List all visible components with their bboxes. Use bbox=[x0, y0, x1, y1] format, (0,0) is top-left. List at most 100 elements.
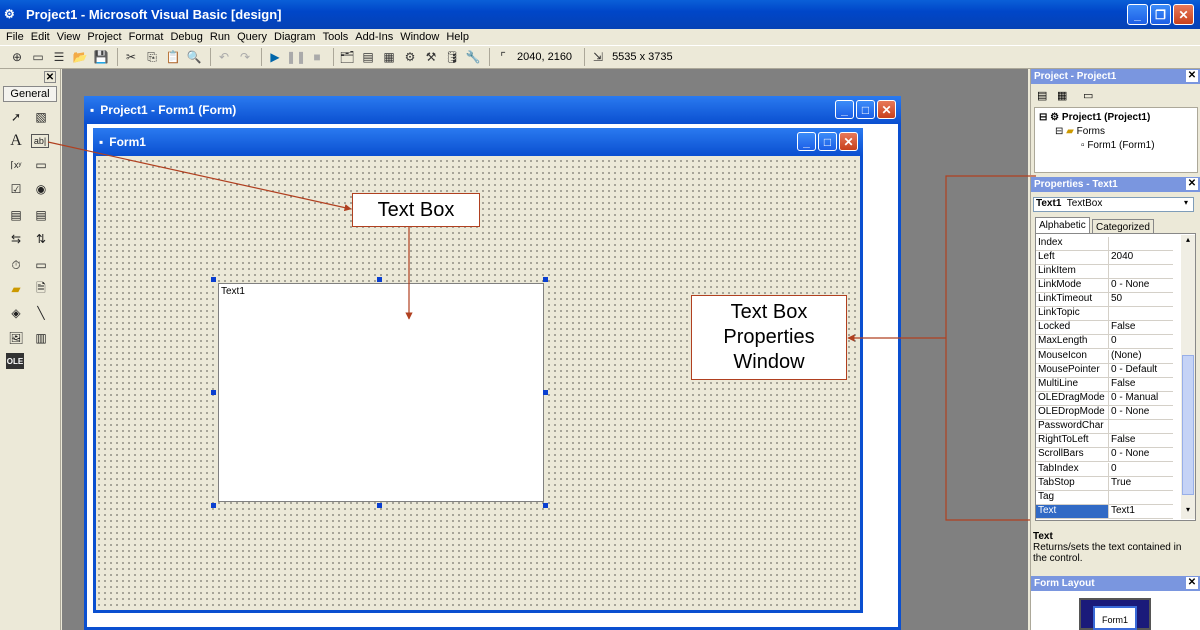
property-row[interactable]: PasswordChar bbox=[1036, 420, 1173, 435]
form-layout-panel: Form Layout ✕ Form1 bbox=[1030, 576, 1200, 630]
property-row[interactable]: OLEDragMode 0 - Manual bbox=[1036, 392, 1173, 407]
property-value: 50 bbox=[1111, 293, 1123, 304]
property-value: 0 - None bbox=[1111, 279, 1150, 290]
callout-text-box-label: Text Box bbox=[377, 198, 455, 221]
project-explorer-panel: Project - Project1 ✕ ▤ ▦ ▭ ⊟ ⚙ Project1 … bbox=[1030, 69, 1200, 175]
property-name: Text bbox=[1036, 505, 1109, 519]
property-value: False bbox=[1111, 321, 1136, 332]
property-row[interactable]: LinkMode 0 - None bbox=[1036, 279, 1173, 294]
property-row[interactable]: Left 2040 bbox=[1036, 251, 1173, 266]
tab-categorized[interactable]: Categorized bbox=[1092, 219, 1154, 233]
property-value: 0 bbox=[1111, 335, 1117, 346]
property-row[interactable]: ScrollBars 0 - None bbox=[1036, 448, 1173, 463]
property-description: Text Returns/sets the text contained in … bbox=[1033, 531, 1197, 564]
property-value: False bbox=[1111, 434, 1136, 445]
arrow-to-textbox-tool bbox=[47, 141, 352, 212]
object-name: Text1 bbox=[1036, 198, 1062, 209]
folder-icon: ▰ bbox=[1066, 126, 1074, 137]
property-name: Tag bbox=[1036, 491, 1109, 505]
property-name: OLEDropMode bbox=[1036, 406, 1109, 420]
property-row-selected[interactable]: Text Text1 bbox=[1036, 505, 1173, 520]
property-row[interactable]: LinkTimeout 50 bbox=[1036, 293, 1173, 308]
chevron-down-icon[interactable]: ▾ bbox=[1180, 198, 1192, 211]
properties-scrollbar[interactable]: ▴ ▾ bbox=[1181, 235, 1195, 519]
property-name: Locked bbox=[1036, 321, 1109, 335]
tree-folder-label: Forms bbox=[1076, 126, 1105, 137]
property-row[interactable]: TabIndex 0 bbox=[1036, 463, 1173, 478]
callout-line: Properties bbox=[723, 326, 815, 348]
property-row[interactable]: LinkTopic bbox=[1036, 307, 1173, 322]
callout-line: Text Box bbox=[730, 301, 808, 323]
property-row[interactable]: Index bbox=[1036, 237, 1173, 252]
property-name: ScrollBars bbox=[1036, 448, 1109, 462]
property-value bbox=[1109, 265, 1173, 278]
close-panel-icon[interactable]: ✕ bbox=[1186, 178, 1198, 190]
property-name: LinkItem bbox=[1036, 265, 1109, 279]
property-value: Text1 bbox=[1111, 505, 1135, 516]
description-title: Text bbox=[1033, 531, 1053, 542]
toggle-folders-icon[interactable]: ▭ bbox=[1083, 89, 1093, 102]
property-row[interactable]: MultiLine False bbox=[1036, 378, 1173, 393]
property-value: 0 - Default bbox=[1111, 364, 1158, 375]
property-value bbox=[1109, 491, 1173, 504]
property-row[interactable]: RightToLeft False bbox=[1036, 434, 1173, 449]
property-row[interactable]: LinkItem bbox=[1036, 265, 1173, 280]
tree-root[interactable]: ⊟ ⚙ Project1 (Project1) bbox=[1039, 112, 1150, 123]
scroll-up-icon[interactable]: ▴ bbox=[1181, 235, 1195, 249]
property-row[interactable]: MouseIcon (None) bbox=[1036, 350, 1173, 365]
property-value: 0 - Manual bbox=[1111, 392, 1159, 403]
property-name: MousePointer bbox=[1036, 364, 1109, 378]
view-object-icon[interactable]: ▦ bbox=[1057, 89, 1067, 102]
property-row[interactable]: Locked False bbox=[1036, 321, 1173, 336]
callout-text-box: Text Box bbox=[352, 193, 480, 227]
property-name: LinkTopic bbox=[1036, 307, 1109, 321]
property-name: MouseIcon bbox=[1036, 350, 1109, 364]
close-panel-icon[interactable]: ✕ bbox=[1186, 577, 1198, 589]
property-name: MaxLength bbox=[1036, 335, 1109, 349]
property-value: True bbox=[1111, 477, 1132, 488]
properties-panel-title: Properties - Text1 bbox=[1034, 179, 1118, 190]
property-name: PasswordChar bbox=[1036, 420, 1109, 434]
property-name: TabStop bbox=[1036, 477, 1109, 491]
tab-alphabetic[interactable]: Alphabetic bbox=[1035, 217, 1090, 233]
scroll-thumb[interactable] bbox=[1182, 355, 1194, 495]
project-icon: ⚙ bbox=[1050, 112, 1060, 123]
property-name: Left bbox=[1036, 251, 1109, 265]
callout-properties-window: Text Box Properties Window bbox=[691, 295, 847, 380]
property-row[interactable]: TabStop True bbox=[1036, 477, 1173, 492]
property-row[interactable]: OLEDropMode 0 - None bbox=[1036, 406, 1173, 421]
form-layout-title: Form Layout bbox=[1034, 578, 1095, 589]
property-name: TabIndex bbox=[1036, 463, 1109, 477]
view-code-icon[interactable]: ▤ bbox=[1037, 89, 1047, 102]
close-panel-icon[interactable]: ✕ bbox=[1186, 70, 1198, 82]
project-panel-title-bar: Project - Project1 ✕ bbox=[1031, 69, 1200, 84]
scroll-down-icon[interactable]: ▾ bbox=[1181, 505, 1195, 519]
form-preview[interactable]: Form1 bbox=[1093, 606, 1137, 630]
property-value: 2040 bbox=[1111, 251, 1134, 262]
tree-root-label: Project1 (Project1) bbox=[1061, 112, 1151, 123]
property-row[interactable]: Tag bbox=[1036, 491, 1173, 506]
tree-item[interactable]: ▫ Form1 (Form1) bbox=[1081, 140, 1155, 151]
property-name: LinkTimeout bbox=[1036, 293, 1109, 307]
form-preview-label: Form1 bbox=[1101, 615, 1128, 625]
property-name: MultiLine bbox=[1036, 378, 1109, 392]
property-row[interactable]: MaxLength 0 bbox=[1036, 335, 1173, 350]
properties-panel-title-bar: Properties - Text1 ✕ bbox=[1031, 177, 1200, 192]
object-type: TextBox bbox=[1066, 198, 1103, 209]
property-name: OLEDragMode bbox=[1036, 392, 1109, 406]
property-value: 0 bbox=[1111, 463, 1117, 474]
project-tree: ⊟ ⚙ Project1 (Project1) ⊟ ▰ Forms ▫ Form… bbox=[1034, 107, 1198, 173]
property-name: LinkMode bbox=[1036, 279, 1109, 293]
bracket-properties bbox=[945, 175, 1036, 521]
form-layout-title-bar: Form Layout ✕ bbox=[1031, 576, 1200, 591]
description-body: Returns/sets the text contained in the c… bbox=[1033, 542, 1182, 564]
object-selector[interactable]: Text1 TextBox ▾ bbox=[1033, 197, 1194, 212]
property-value: False bbox=[1111, 378, 1136, 389]
property-value: (None) bbox=[1111, 350, 1142, 361]
property-value: 0 - None bbox=[1111, 406, 1150, 417]
property-value: 0 - None bbox=[1111, 448, 1150, 459]
property-value bbox=[1109, 237, 1173, 250]
property-row[interactable]: MousePointer 0 - Default bbox=[1036, 364, 1173, 379]
tree-item-label: Form1 (Form1) bbox=[1087, 140, 1155, 151]
tree-folder[interactable]: ⊟ ▰ Forms bbox=[1055, 126, 1105, 137]
